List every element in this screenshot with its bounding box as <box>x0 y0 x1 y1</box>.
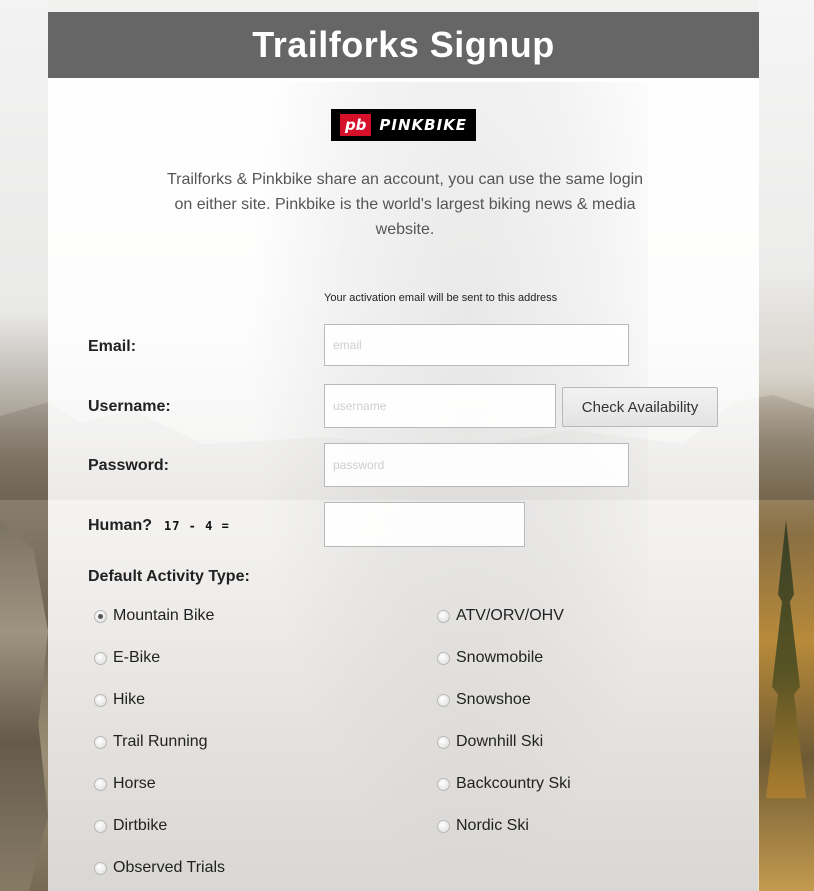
activity-type-label: Default Activity Type: <box>88 568 250 585</box>
radio-label: Snowshoe <box>456 691 531 708</box>
radio-button[interactable] <box>437 609 450 623</box>
email-label: Email: <box>88 338 137 355</box>
radio-observed-trials[interactable]: Observed Trials <box>94 859 225 877</box>
radio-backcountry-ski[interactable]: Backcountry Ski <box>437 775 571 793</box>
radio-trail-running[interactable]: Trail Running <box>94 733 208 751</box>
radio-label: Nordic Ski <box>456 817 529 834</box>
captcha-answer-input[interactable] <box>324 502 525 547</box>
pinkbike-logo-wordmark: PINKBIKE <box>379 116 468 134</box>
radio-button[interactable] <box>94 861 107 875</box>
human-label: Human? 17 - 4 = <box>88 517 230 535</box>
signup-panel: Trailforks Signup pb PINKBIKE Trailforks… <box>48 12 759 891</box>
intro-text: Trailforks & Pinkbike share an account, … <box>166 171 644 238</box>
radio-label: Backcountry Ski <box>456 775 571 792</box>
radio-button[interactable] <box>437 651 450 665</box>
radio-label: Dirtbike <box>113 817 168 834</box>
radio-label: Hike <box>113 691 146 708</box>
radio-snowshoe[interactable]: Snowshoe <box>437 691 531 709</box>
email-input[interactable] <box>324 324 629 366</box>
radio-label: Observed Trials <box>113 859 226 876</box>
radio-downhill-ski[interactable]: Downhill Ski <box>437 733 543 751</box>
radio-label: E-Bike <box>113 649 161 666</box>
page-title: Trailforks Signup <box>252 24 555 65</box>
check-availability-button[interactable]: Check Availability <box>562 387 718 427</box>
pinkbike-logo[interactable]: pb PINKBIKE <box>331 109 476 141</box>
human-label-text: Human? <box>88 517 152 534</box>
page-header: Trailforks Signup <box>48 12 759 78</box>
radio-button-selected[interactable] <box>94 609 107 623</box>
pinkbike-logo-badge: pb <box>339 114 372 136</box>
radio-horse[interactable]: Horse <box>94 775 156 793</box>
radio-button[interactable] <box>94 819 107 833</box>
radio-button[interactable] <box>94 651 107 665</box>
username-label: Username: <box>88 398 171 415</box>
radio-button[interactable] <box>437 777 450 791</box>
radio-dirtbike[interactable]: Dirtbike <box>94 817 167 835</box>
radio-atv-orv-ohv[interactable]: ATV/ORV/OHV <box>437 607 564 625</box>
radio-label: Downhill Ski <box>456 733 544 750</box>
password-label: Password: <box>88 457 169 474</box>
radio-button[interactable] <box>437 735 450 749</box>
radio-button[interactable] <box>437 693 450 707</box>
radio-nordic-ski[interactable]: Nordic Ski <box>437 817 529 835</box>
radio-button[interactable] <box>94 735 107 749</box>
radio-label: Horse <box>113 775 156 792</box>
radio-hike[interactable]: Hike <box>94 691 145 709</box>
radio-label: ATV/ORV/OHV <box>456 607 564 624</box>
radio-button[interactable] <box>94 777 107 791</box>
radio-mountain-bike[interactable]: Mountain Bike <box>94 607 214 625</box>
radio-label: Trail Running <box>113 733 208 750</box>
activation-note: Your activation email will be sent to th… <box>324 292 558 304</box>
username-input[interactable] <box>324 384 556 428</box>
radio-snowmobile[interactable]: Snowmobile <box>437 649 543 667</box>
captcha-question: 17 - 4 = <box>164 519 230 533</box>
radio-label: Snowmobile <box>456 649 544 666</box>
radio-e-bike[interactable]: E-Bike <box>94 649 160 667</box>
radio-button[interactable] <box>437 819 450 833</box>
radio-label: Mountain Bike <box>113 607 215 624</box>
password-input[interactable] <box>324 443 629 487</box>
radio-button[interactable] <box>94 693 107 707</box>
